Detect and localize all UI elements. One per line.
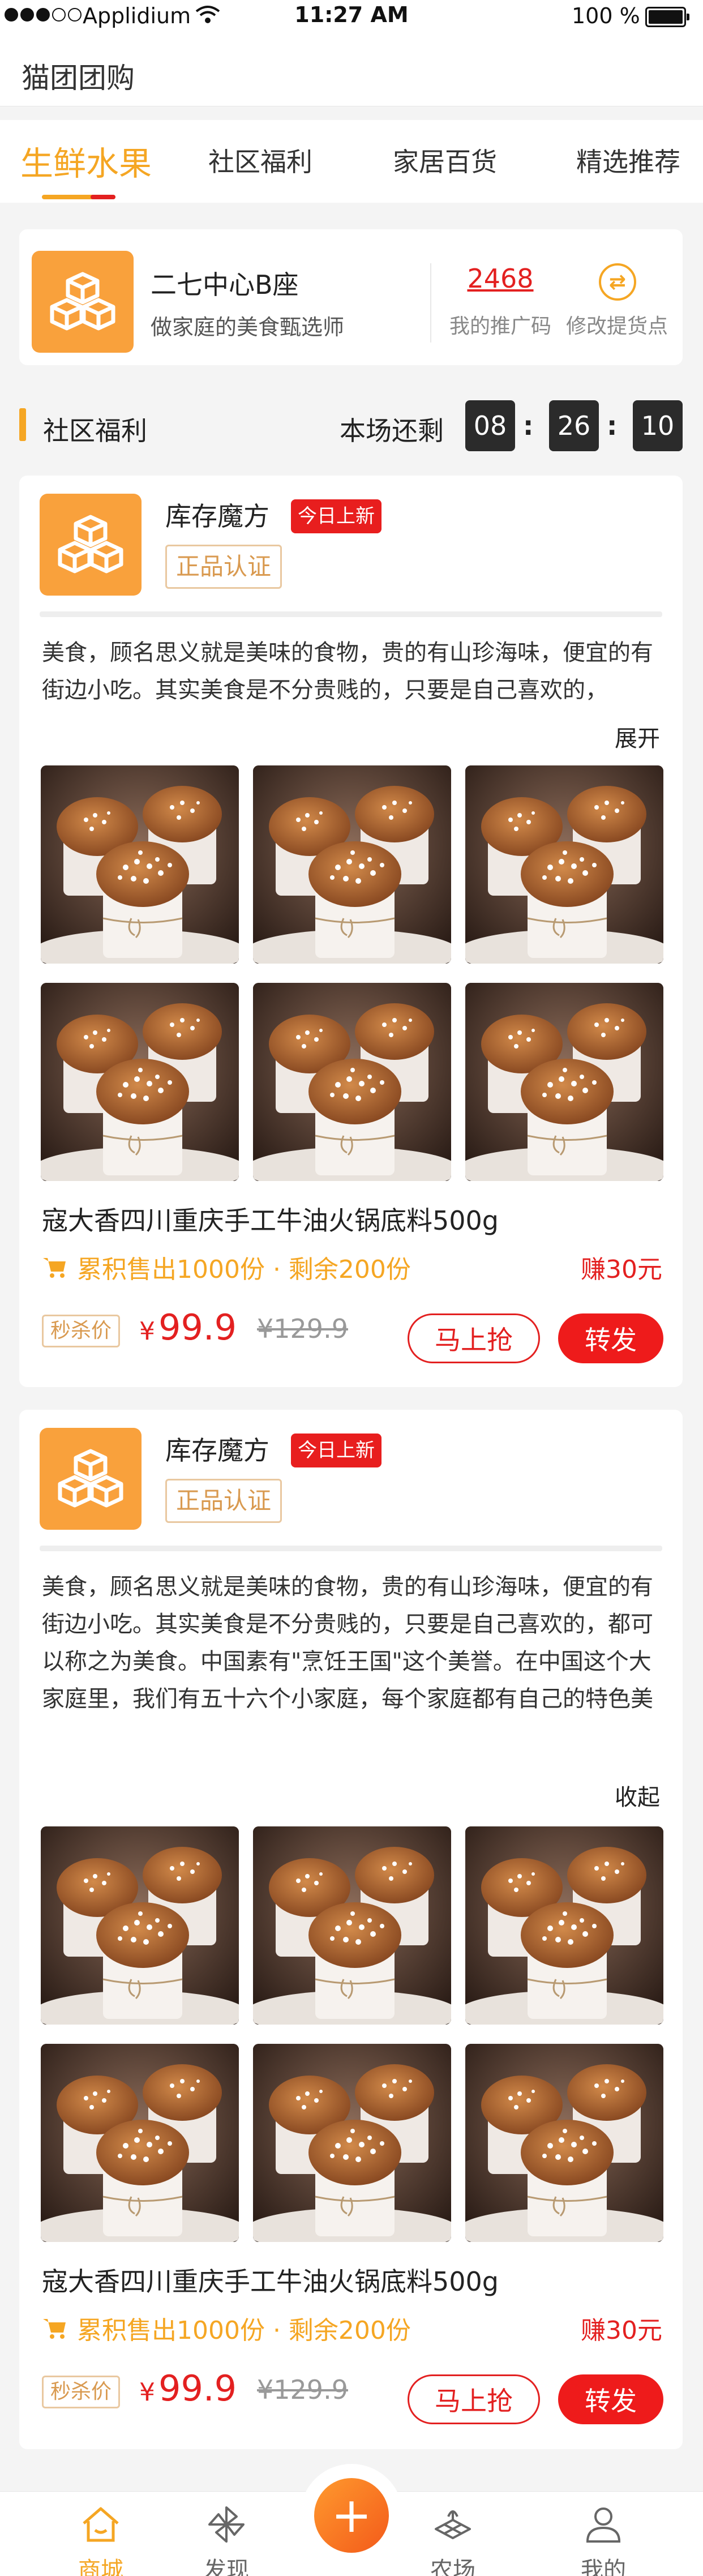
sale-price: ¥99.9 <box>139 2368 237 2409</box>
promo-code-label: 我的推广码 <box>449 315 551 338</box>
countdown-separator: : <box>523 410 534 441</box>
store-card: 二七中心B座 做家庭的美食甄选师 2468 我的推广码 ⇄ 修改提货点 <box>19 229 683 365</box>
product-name: 寇大香四川重庆手工牛油火锅底料500g <box>42 1205 499 1236</box>
battery-icon <box>645 7 689 27</box>
active-tab-indicator-accent <box>91 195 115 199</box>
product-image[interactable] <box>465 765 663 964</box>
price-value: 99.9 <box>158 1307 237 1348</box>
commission: 赚30元 <box>581 2316 662 2345</box>
section-header: 社区福利 本场还剩 08 : 26 : 10 <box>0 399 703 451</box>
product-image[interactable] <box>465 2044 663 2242</box>
user-icon <box>586 2507 621 2543</box>
expand-button[interactable]: 展开 <box>615 720 660 753</box>
section-title: 社区福利 <box>43 416 147 446</box>
category-tabs: 生鲜水果 社区福利 家居百货 精选推荐 <box>0 120 703 203</box>
tab-home-goods[interactable]: 家居百货 <box>393 142 497 179</box>
flash-sale-tag: 秒杀价 <box>42 2376 121 2408</box>
divider <box>40 611 662 617</box>
authentic-badge: 正品认证 <box>165 545 282 589</box>
countdown-hours: 08 <box>465 400 515 451</box>
countdown-label: 本场还剩 <box>340 416 444 446</box>
status-bar: Applidium 11:27 AM 100 % <box>0 0 703 34</box>
product-description: 美食，顾名思义就是美味的食物，贵的有山珍海味，便宜的有街边小吃。其实美食是不分贵… <box>42 640 653 703</box>
product-card: 库存魔方 今日上新 正品认证 美食，顾名思义就是美味的食物，贵的有山珍海味，便宜… <box>19 476 683 1387</box>
product-image[interactable] <box>465 1826 663 2025</box>
shop-logo <box>40 494 142 596</box>
nav-label: 发现 <box>204 2557 249 2576</box>
app-title: 猫团团购 <box>22 62 135 95</box>
boxes-icon <box>50 272 115 331</box>
cart-icon <box>43 1258 66 1278</box>
tab-community-welfare[interactable]: 社区福利 <box>208 142 312 179</box>
nav-mine[interactable]: 我的 <box>547 2492 660 2576</box>
sales-info: 累积售出1000份 · 剩余200份 <box>42 2310 411 2346</box>
share-button[interactable]: 转发 <box>558 1313 663 1363</box>
home-icon <box>83 2507 119 2542</box>
new-today-badge: 今日上新 <box>291 1434 381 1467</box>
boxes-icon <box>58 1449 123 1508</box>
nav-discover[interactable]: 发现 <box>170 2492 283 2576</box>
product-name: 寇大香四川重庆手工牛油火锅底料500g <box>42 2266 499 2297</box>
currency-symbol: ¥ <box>139 2378 155 2407</box>
nav-mall[interactable]: 商城 <box>44 2492 157 2576</box>
countdown-minutes: 26 <box>549 400 599 451</box>
currency-symbol: ¥ <box>139 1317 155 1346</box>
product-description: 美食，顾名思义就是美味的食物，贵的有山珍海味，便宜的有街边小吃。其实美食是不分贵… <box>42 1574 653 1712</box>
farm-icon <box>435 2510 471 2539</box>
store-slogan: 做家庭的美食甄选师 <box>151 315 345 340</box>
tab-featured[interactable]: 精选推荐 <box>576 142 680 179</box>
shop-name: 库存魔方 <box>165 501 269 532</box>
authentic-badge: 正品认证 <box>165 1479 282 1523</box>
product-image[interactable] <box>465 983 663 1181</box>
commission: 赚30元 <box>581 1255 662 1284</box>
share-button[interactable]: 转发 <box>558 2374 663 2424</box>
store-logo <box>32 251 134 353</box>
buy-now-button[interactable]: 马上抢 <box>408 2374 540 2424</box>
sale-price: ¥99.9 <box>139 1307 237 1348</box>
store-name: 二七中心B座 <box>151 269 299 300</box>
change-pickup-button[interactable]: 修改提货点 <box>560 310 674 339</box>
swap-icon[interactable]: ⇄ <box>599 263 636 301</box>
sales-text: 累积售出1000份 · 剩余200份 <box>77 2316 411 2345</box>
product-card: 库存魔方 今日上新 正品认证 美食，顾名思义就是美味的食物，贵的有山珍海味，便宜… <box>19 1410 683 2449</box>
cart-icon <box>43 2319 66 2339</box>
divider <box>430 263 431 343</box>
shop-name: 库存魔方 <box>165 1435 269 1466</box>
product-image[interactable] <box>41 1826 239 2025</box>
new-today-badge: 今日上新 <box>291 499 381 533</box>
pinwheel-icon <box>208 2506 245 2543</box>
product-image[interactable] <box>253 2044 451 2242</box>
shop-logo <box>40 1428 142 1530</box>
sales-text: 累积售出1000份 · 剩余200份 <box>77 1255 411 1284</box>
nav-farm[interactable]: 农场 <box>396 2492 509 2576</box>
add-button[interactable]: + <box>300 2464 403 2567</box>
section-accent-bar <box>19 408 26 441</box>
nav-label: 我的 <box>581 2557 626 2576</box>
flash-sale-tag: 秒杀价 <box>42 1315 121 1347</box>
app-header: 猫团团购 <box>0 34 703 106</box>
product-image[interactable] <box>253 1826 451 2025</box>
nav-label: 农场 <box>430 2557 475 2576</box>
product-image[interactable] <box>41 765 239 964</box>
countdown-seconds: 10 <box>633 400 683 451</box>
boxes-icon <box>58 515 123 574</box>
tab-fresh-fruit[interactable]: 生鲜水果 <box>20 137 152 185</box>
product-image[interactable] <box>41 983 239 1181</box>
nav-label: 商城 <box>78 2557 123 2576</box>
product-image[interactable] <box>41 2044 239 2242</box>
buy-now-button[interactable]: 马上抢 <box>408 1313 540 1363</box>
battery-percent: 100 % <box>572 3 640 28</box>
original-price: ¥129.9 <box>257 2374 348 2405</box>
price-value: 99.9 <box>158 2368 237 2409</box>
product-image[interactable] <box>253 765 451 964</box>
divider <box>40 1546 662 1551</box>
product-image[interactable] <box>253 983 451 1181</box>
plus-icon: + <box>314 2478 389 2553</box>
collapse-button[interactable]: 收起 <box>615 1779 660 1812</box>
countdown-separator: : <box>607 410 618 441</box>
sales-info: 累积售出1000份 · 剩余200份 <box>42 1249 411 1285</box>
original-price: ¥129.9 <box>257 1313 348 1344</box>
promo-code-link[interactable]: 2468 <box>461 263 540 294</box>
